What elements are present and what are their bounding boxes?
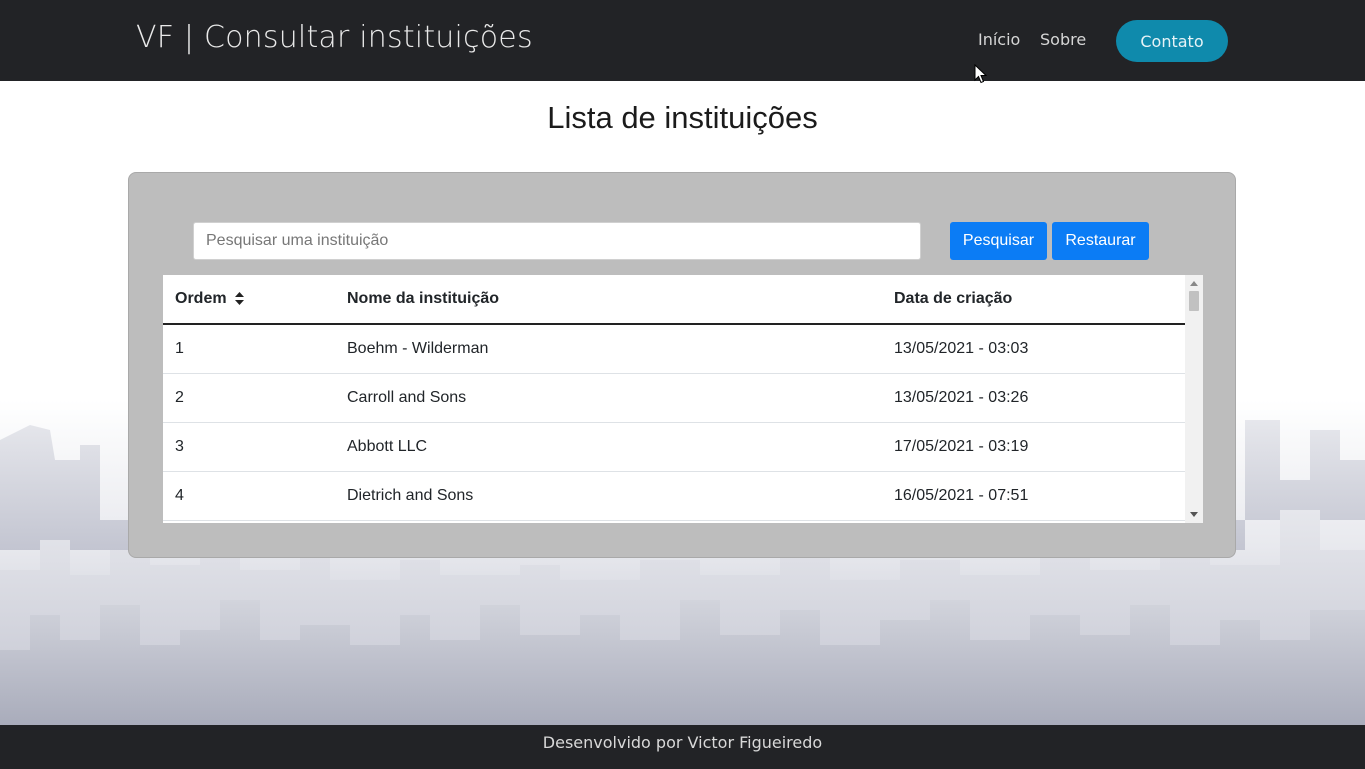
footer: Desenvolvido por Victor Figueiredo (0, 725, 1365, 769)
cursor-icon (974, 64, 988, 84)
column-header-order[interactable]: Ordem (163, 275, 335, 325)
search-button[interactable]: Pesquisar (950, 222, 1047, 260)
cell-order: 3 (163, 422, 335, 472)
nav-link-sobre[interactable]: Sobre (1040, 30, 1086, 49)
cell-order: 2 (163, 373, 335, 423)
table-row: 1 Boehm - Wilderman 13/05/2021 - 03:03 (163, 324, 1185, 374)
table-row: 4 Dietrich and Sons 16/05/2021 - 07:51 (163, 471, 1185, 521)
scroll-down-arrow-icon[interactable] (1190, 512, 1198, 517)
cell-name: Boehm - Wilderman (335, 324, 882, 374)
table-scrollbar[interactable] (1185, 275, 1203, 523)
cell-name: Carroll and Sons (335, 373, 882, 423)
column-header-order-label: Ordem (175, 290, 227, 307)
contact-button[interactable]: Contato (1116, 20, 1228, 62)
search-panel: Pesquisar Restaurar Ordem Nome da instit… (128, 172, 1236, 558)
brand-title[interactable]: VF | Consultar instituições (136, 20, 533, 55)
navbar: VF | Consultar instituições Início Sobre… (0, 0, 1365, 81)
scroll-thumb[interactable] (1189, 291, 1199, 311)
institutions-table: Ordem Nome da instituição Data de criaçã… (163, 275, 1185, 521)
cell-created: 13/05/2021 - 03:26 (882, 373, 1185, 423)
cell-order: 1 (163, 324, 335, 374)
column-header-name: Nome da instituição (335, 275, 882, 325)
table-row: 3 Abbott LLC 17/05/2021 - 03:19 (163, 422, 1185, 472)
nav-link-inicio[interactable]: Início (978, 30, 1020, 49)
cell-created: 13/05/2021 - 03:03 (882, 324, 1185, 374)
cell-order: 4 (163, 471, 335, 521)
reset-button[interactable]: Restaurar (1052, 222, 1149, 260)
cell-created: 16/05/2021 - 07:51 (882, 471, 1185, 521)
cell-created: 17/05/2021 - 03:19 (882, 422, 1185, 472)
column-header-created: Data de criação (882, 275, 1185, 325)
table-row: 2 Carroll and Sons 13/05/2021 - 03:26 (163, 373, 1185, 423)
search-input[interactable] (193, 222, 921, 260)
cell-name: Dietrich and Sons (335, 471, 882, 521)
sort-icon[interactable] (235, 292, 245, 306)
cell-name: Abbott LLC (335, 422, 882, 472)
table-header-row: Ordem Nome da instituição Data de criaçã… (163, 275, 1185, 325)
scroll-up-arrow-icon[interactable] (1190, 281, 1198, 286)
institutions-table-container[interactable]: Ordem Nome da instituição Data de criaçã… (163, 275, 1203, 523)
page-title: Lista de instituições (547, 100, 818, 135)
footer-credit: Desenvolvido por Victor Figueiredo (542, 733, 823, 752)
